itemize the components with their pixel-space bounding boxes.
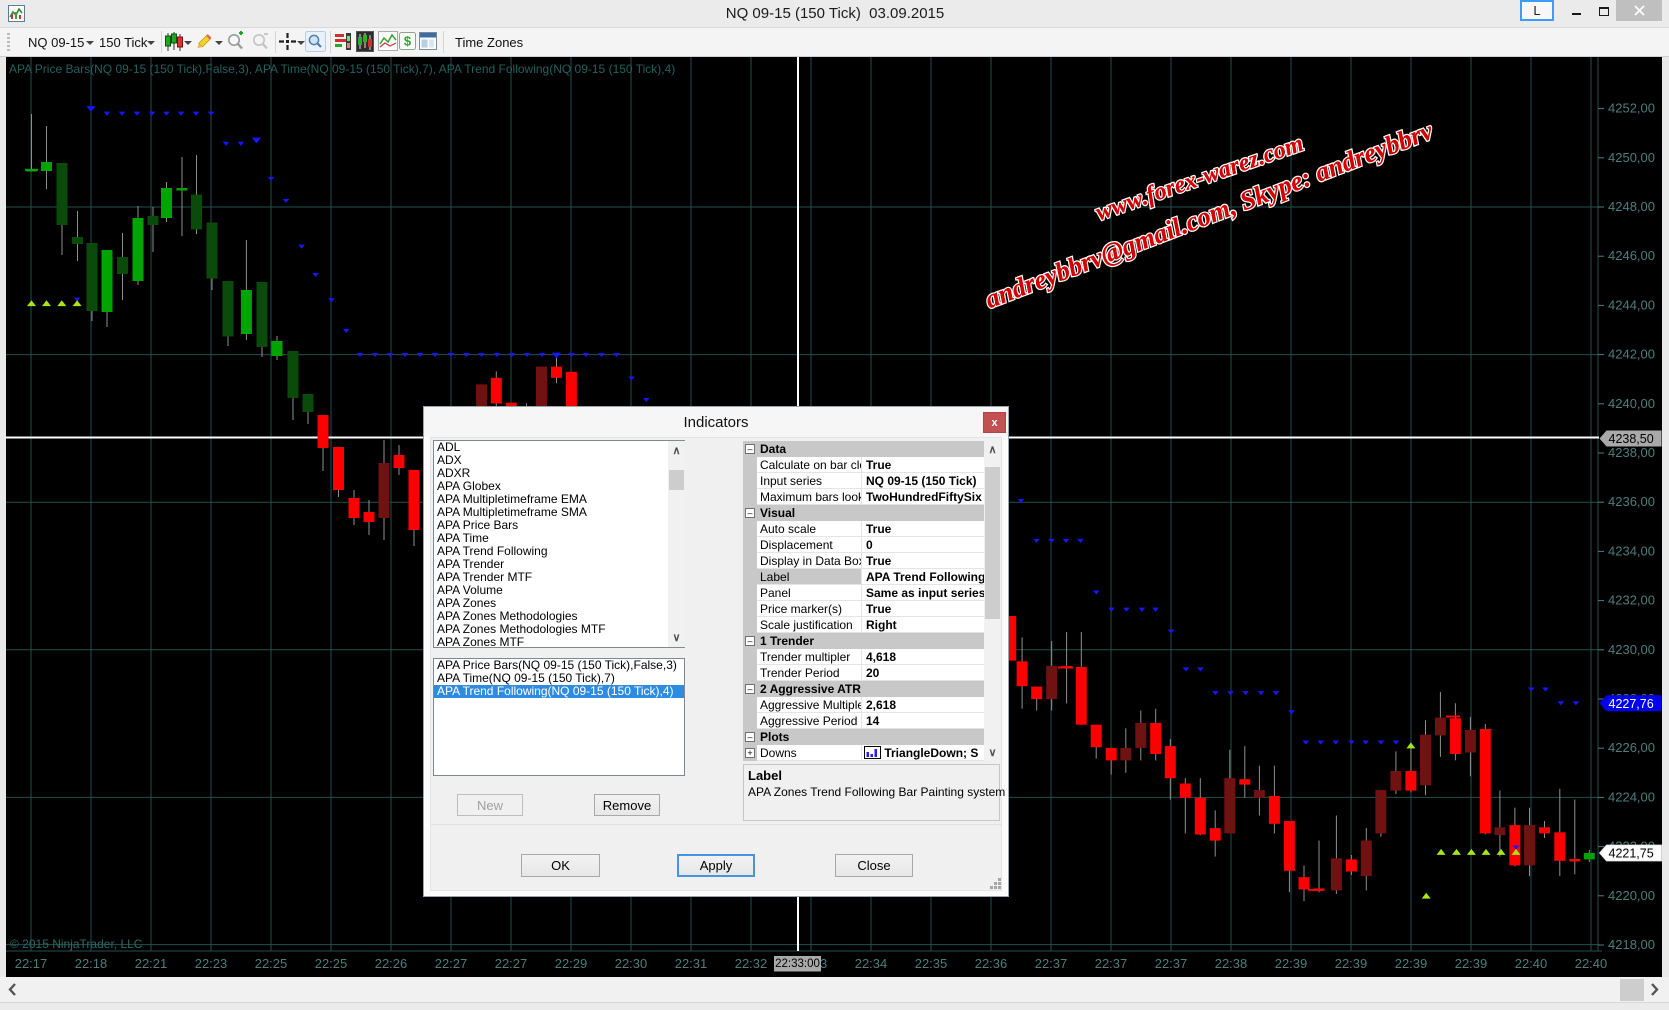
svg-text:$: $: [404, 34, 412, 49]
svg-text:22:27: 22:27: [495, 956, 528, 971]
svg-text:4230,00: 4230,00: [1608, 642, 1655, 657]
svg-text:© 2015 NinjaTrader, LLC: © 2015 NinjaTrader, LLC: [10, 937, 143, 951]
svg-text:4244,00: 4244,00: [1608, 297, 1655, 312]
svg-text:22:31: 22:31: [675, 956, 708, 971]
svg-text:4238,00: 4238,00: [1608, 445, 1655, 460]
svg-text:22:34: 22:34: [855, 956, 888, 971]
svg-text:22:39: 22:39: [1395, 956, 1428, 971]
svg-text:22:37: 22:37: [1035, 956, 1068, 971]
svg-text:4224,00: 4224,00: [1608, 789, 1655, 804]
svg-text:4221,75: 4221,75: [1609, 847, 1654, 861]
svg-text:4227,76: 4227,76: [1609, 697, 1654, 711]
svg-text:andreybbrv@gmail.com, Skype: a: andreybbrv@gmail.com, Skype: andreybbrv: [981, 115, 1437, 314]
svg-text:22:32: 22:32: [735, 956, 768, 971]
svg-text:4234,00: 4234,00: [1608, 543, 1655, 558]
svg-text:22:18: 22:18: [75, 956, 108, 971]
svg-text:4252,00: 4252,00: [1608, 101, 1655, 116]
svg-text:22:36: 22:36: [975, 956, 1008, 971]
svg-text:22:40: 22:40: [1575, 956, 1608, 971]
svg-text:4236,00: 4236,00: [1608, 494, 1655, 509]
svg-text:22:33:00: 22:33:00: [775, 958, 820, 970]
svg-text:22:39: 22:39: [1275, 956, 1308, 971]
svg-text:4238,50: 4238,50: [1609, 432, 1654, 446]
svg-text:4242,00: 4242,00: [1608, 347, 1655, 362]
svg-text:22:38: 22:38: [1215, 956, 1248, 971]
svg-text:22:27: 22:27: [435, 956, 468, 971]
svg-text:22:23: 22:23: [195, 956, 228, 971]
svg-text:22:37: 22:37: [1095, 956, 1128, 971]
svg-text:4220,00: 4220,00: [1608, 888, 1655, 903]
svg-text:APA Price Bars(NQ 09-15 (150 T: APA Price Bars(NQ 09-15 (150 Tick),False…: [9, 62, 675, 76]
svg-text:4240,00: 4240,00: [1608, 396, 1655, 411]
svg-text:4248,00: 4248,00: [1608, 199, 1655, 214]
svg-text:4218,00: 4218,00: [1608, 937, 1655, 952]
svg-text:4246,00: 4246,00: [1608, 248, 1655, 263]
svg-text:22:39: 22:39: [1455, 956, 1488, 971]
svg-text:4226,00: 4226,00: [1608, 740, 1655, 755]
svg-text:22:21: 22:21: [135, 956, 168, 971]
svg-text:22:39: 22:39: [1335, 956, 1368, 971]
svg-text:22:26: 22:26: [375, 956, 408, 971]
svg-text:4232,00: 4232,00: [1608, 593, 1655, 608]
svg-text:22:35: 22:35: [915, 956, 948, 971]
svg-text:22:25: 22:25: [255, 956, 288, 971]
svg-text:22:25: 22:25: [315, 956, 348, 971]
svg-text:22:17: 22:17: [15, 956, 48, 971]
svg-text:22:29: 22:29: [555, 956, 588, 971]
svg-text:22:37: 22:37: [1155, 956, 1188, 971]
svg-text:22:30: 22:30: [615, 956, 648, 971]
svg-text:4250,00: 4250,00: [1608, 150, 1655, 165]
svg-text:22:40: 22:40: [1515, 956, 1548, 971]
